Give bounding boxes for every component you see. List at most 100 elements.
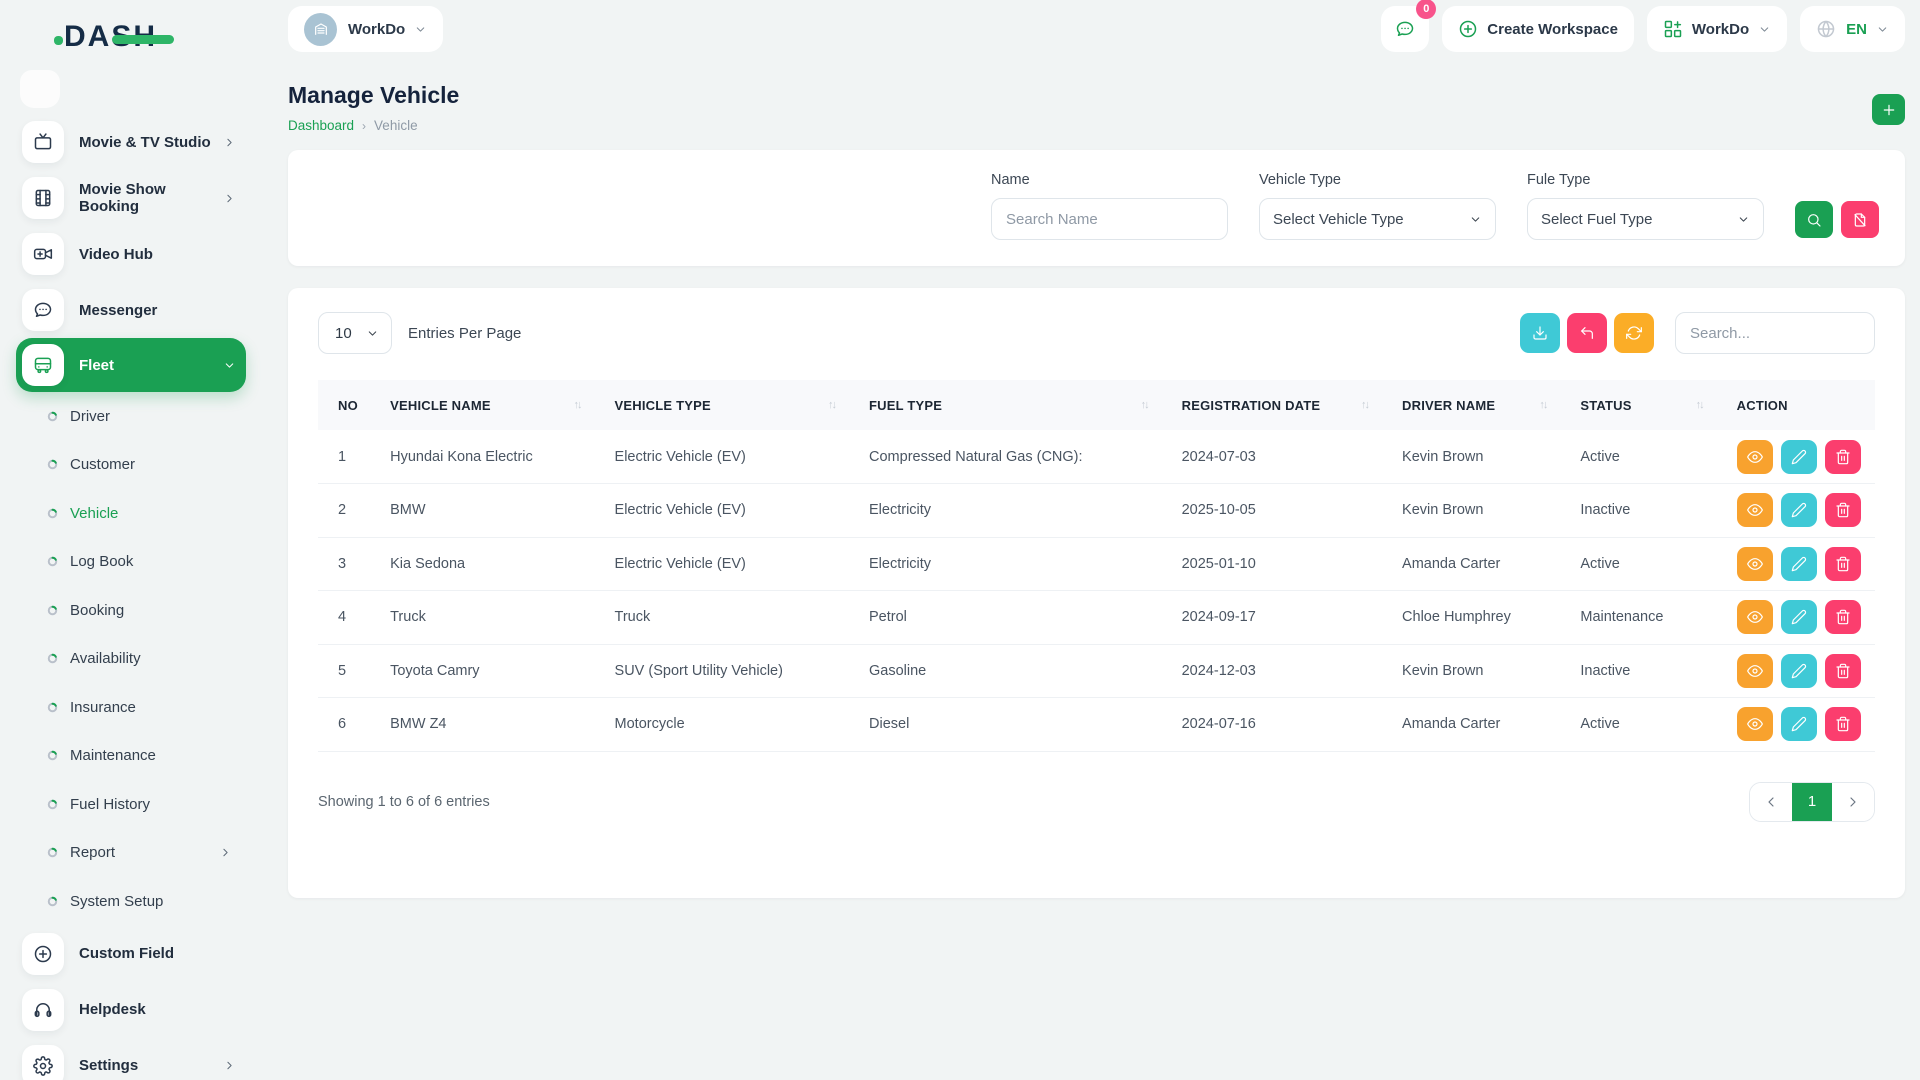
sidebar-item-movie-tv-studio[interactable]: Movie & TV Studio — [16, 114, 246, 170]
view-button[interactable] — [1737, 707, 1773, 741]
filter-fuel-type-label: Fule Type — [1527, 172, 1764, 188]
bullet-icon — [46, 652, 59, 665]
view-button[interactable] — [1737, 440, 1773, 474]
clear-filter-button[interactable] — [1841, 201, 1879, 238]
table-row: 5 Toyota Camry SUV (Sport Utility Vehicl… — [318, 644, 1875, 698]
bullet-icon — [46, 458, 59, 471]
next-page-button[interactable] — [1832, 783, 1874, 821]
chevron-down-icon — [1737, 213, 1750, 226]
fuel-type-select[interactable]: Select Fuel Type — [1527, 198, 1764, 240]
sidebar-subitem-booking[interactable]: Booking — [16, 586, 246, 635]
app-root: DASH Movie & TV Studio Movie Show Bookin… — [0, 0, 1920, 1080]
apply-filter-button[interactable] — [1795, 201, 1833, 238]
eye-icon — [1747, 502, 1763, 518]
sidebar-item-settings[interactable]: Settings — [16, 1038, 246, 1080]
sidebar-item-helpdesk[interactable]: Helpdesk — [16, 982, 246, 1038]
table-search-input[interactable] — [1675, 312, 1875, 354]
sidebar-subitem-availability[interactable]: Availability — [16, 635, 246, 684]
edit-button[interactable] — [1781, 440, 1817, 474]
column-header-status[interactable]: STATUS↑↓ — [1570, 380, 1726, 430]
sort-icon[interactable]: ↑↓ — [574, 399, 595, 411]
sidebar-item-messenger[interactable]: Messenger — [16, 282, 246, 338]
refresh-icon — [1626, 325, 1642, 341]
bullet-icon — [46, 507, 59, 520]
sidebar-item-fleet[interactable]: Fleet — [16, 338, 246, 392]
column-header-vehicle-type[interactable]: VEHICLE TYPE↑↓ — [605, 380, 859, 430]
sidebar-subitem-vehicle[interactable]: Vehicle — [16, 489, 246, 538]
undo-icon — [1579, 325, 1595, 341]
sidebar-subitem-maintenance[interactable]: Maintenance — [16, 732, 246, 781]
row-actions — [1737, 654, 1865, 688]
eye-icon — [1747, 449, 1763, 465]
edit-button[interactable] — [1781, 600, 1817, 634]
add-vehicle-button[interactable] — [1872, 94, 1905, 125]
gear-icon — [33, 1056, 53, 1076]
delete-button[interactable] — [1825, 654, 1861, 688]
breadcrumb: Dashboard › Vehicle — [288, 118, 459, 133]
chevron-down-icon — [1758, 23, 1771, 36]
sidebar-item-video-hub[interactable]: Video Hub — [16, 226, 246, 282]
column-header-registration-date[interactable]: REGISTRATION DATE↑↓ — [1172, 380, 1392, 430]
delete-button[interactable] — [1825, 547, 1861, 581]
view-button[interactable] — [1737, 600, 1773, 634]
bullet-icon — [46, 749, 59, 762]
edit-button[interactable] — [1781, 493, 1817, 527]
delete-button[interactable] — [1825, 707, 1861, 741]
sort-icon[interactable]: ↑↓ — [1361, 399, 1382, 411]
sort-icon[interactable]: ↑↓ — [1696, 399, 1717, 411]
view-button[interactable] — [1737, 493, 1773, 527]
circle-plus-icon — [33, 944, 53, 964]
sidebar-subitem-customer[interactable]: Customer — [16, 441, 246, 490]
sidebar-subitem-report[interactable]: Report — [16, 829, 246, 878]
delete-button[interactable] — [1825, 440, 1861, 474]
workdo-menu-button[interactable]: WorkDo — [1647, 6, 1787, 52]
undo-button[interactable] — [1567, 313, 1607, 353]
sidebar-subitem-fuel-history[interactable]: Fuel History — [16, 780, 246, 829]
column-header-vehicle-name[interactable]: VEHICLE NAME↑↓ — [380, 380, 604, 430]
language-selector[interactable]: EN — [1800, 6, 1905, 52]
chevron-down-icon — [414, 23, 427, 36]
delete-button[interactable] — [1825, 493, 1861, 527]
view-button[interactable] — [1737, 654, 1773, 688]
breadcrumb-separator: › — [362, 119, 366, 133]
sort-icon[interactable]: ↑↓ — [828, 399, 849, 411]
filter-buttons — [1795, 201, 1879, 240]
edit-button[interactable] — [1781, 707, 1817, 741]
sidebar-subitem-system-setup[interactable]: System Setup — [16, 877, 246, 926]
topbar: WorkDo 0 Create Workspace WorkDo — [288, 0, 1905, 58]
sort-icon[interactable]: ↑↓ — [1141, 399, 1162, 411]
chevron-right-icon — [219, 846, 232, 859]
export-button[interactable] — [1520, 313, 1560, 353]
table-controls: 10 Entries Per Page — [318, 312, 1875, 354]
pencil-icon — [1791, 609, 1807, 625]
prev-page-button[interactable] — [1750, 783, 1792, 821]
sort-icon[interactable]: ↑↓ — [1539, 399, 1560, 411]
table-row: 1 Hyundai Kona Electric Electric Vehicle… — [318, 430, 1875, 484]
filter-name-field: Name — [991, 172, 1228, 240]
column-header-fuel-type[interactable]: FUEL TYPE↑↓ — [859, 380, 1172, 430]
pencil-icon — [1791, 449, 1807, 465]
delete-button[interactable] — [1825, 600, 1861, 634]
entries-per-page-select[interactable]: 10 — [318, 312, 392, 354]
messages-button[interactable]: 0 — [1381, 6, 1429, 52]
sidebar-item-custom-field[interactable]: Custom Field — [16, 926, 246, 982]
column-header-driver-name[interactable]: DRIVER NAME↑↓ — [1392, 380, 1570, 430]
page-1-button[interactable]: 1 — [1792, 783, 1832, 821]
sidebar-item-movie-show-booking[interactable]: Movie Show Booking — [16, 170, 246, 226]
eye-icon — [1747, 556, 1763, 572]
breadcrumb-dashboard-link[interactable]: Dashboard — [288, 118, 354, 133]
brand-logo[interactable]: DASH — [16, 14, 246, 60]
workspace-selector[interactable]: WorkDo — [288, 6, 443, 52]
view-button[interactable] — [1737, 547, 1773, 581]
vehicle-type-select[interactable]: Select Vehicle Type — [1259, 198, 1496, 240]
edit-button[interactable] — [1781, 654, 1817, 688]
sidebar-subitem-insurance[interactable]: Insurance — [16, 683, 246, 732]
page-header: Manage Vehicle Dashboard › Vehicle — [288, 82, 1905, 133]
sidebar-subitem-log-book[interactable]: Log Book — [16, 538, 246, 587]
create-workspace-button[interactable]: Create Workspace — [1442, 6, 1634, 52]
pencil-icon — [1791, 716, 1807, 732]
edit-button[interactable] — [1781, 547, 1817, 581]
name-search-input[interactable] — [991, 198, 1228, 240]
sidebar-subitem-driver[interactable]: Driver — [16, 392, 246, 441]
refresh-button[interactable] — [1614, 313, 1654, 353]
